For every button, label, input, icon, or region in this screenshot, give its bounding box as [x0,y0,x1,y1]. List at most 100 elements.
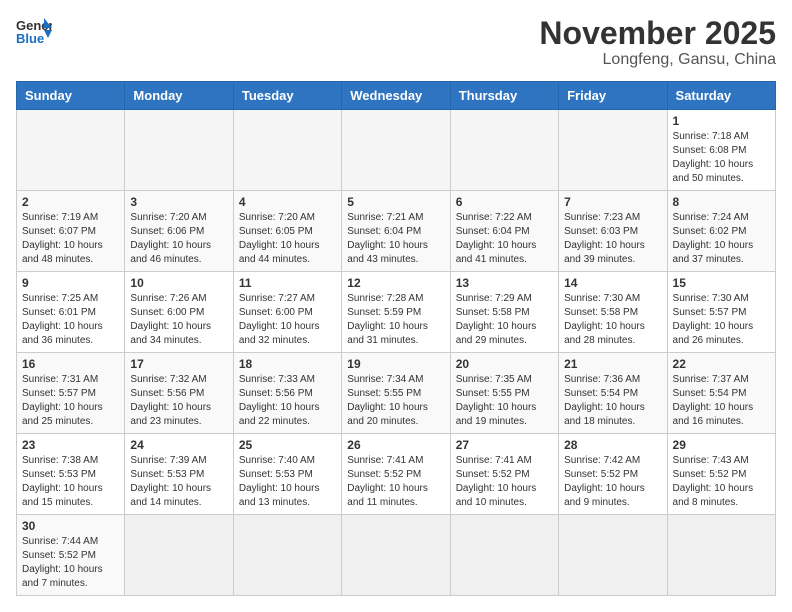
day-info: Sunrise: 7:30 AM Sunset: 5:58 PM Dayligh… [564,292,661,348]
day-number: 29 [673,438,770,452]
calendar-cell [233,515,341,596]
day-number: 20 [456,357,553,371]
location-subtitle: Longfeng, Gansu, China [539,51,776,69]
day-number: 18 [239,357,336,371]
calendar-cell: 29 Sunrise: 7:43 AM Sunset: 5:52 PM Dayli… [667,434,775,515]
calendar-header-row: SundayMondayTuesdayWednesdayThursdayFrid… [17,82,776,110]
day-info: Sunrise: 7:39 AM Sunset: 5:53 PM Dayligh… [130,454,227,510]
calendar-week-row: 2 Sunrise: 7:19 AM Sunset: 6:07 PM Daylig… [17,191,776,272]
day-number: 22 [673,357,770,371]
page-header: General Blue November 2025 Longfeng, Gan… [16,16,776,69]
weekday-header-monday: Monday [125,82,233,110]
weekday-header-tuesday: Tuesday [233,82,341,110]
day-info: Sunrise: 7:35 AM Sunset: 5:55 PM Dayligh… [456,373,553,429]
day-info: Sunrise: 7:24 AM Sunset: 6:02 PM Dayligh… [673,211,770,267]
day-number: 26 [347,438,444,452]
calendar-cell: 2 Sunrise: 7:19 AM Sunset: 6:07 PM Daylig… [17,191,125,272]
calendar-week-row: 16Sunrise: 7:31 AM Sunset: 5:57 PM Dayli… [17,353,776,434]
day-info: Sunrise: 7:32 AM Sunset: 5:56 PM Dayligh… [130,373,227,429]
day-number: 27 [456,438,553,452]
day-info: Sunrise: 7:34 AM Sunset: 5:55 PM Dayligh… [347,373,444,429]
day-info: Sunrise: 7:25 AM Sunset: 6:01 PM Dayligh… [22,292,119,348]
day-info: Sunrise: 7:44 AM Sunset: 5:52 PM Dayligh… [22,535,119,591]
day-number: 15 [673,276,770,290]
calendar-cell: 4Sunrise: 7:20 AM Sunset: 6:05 PM Daylig… [233,191,341,272]
calendar-cell: 25 Sunrise: 7:40 AM Sunset: 5:53 PM Dayli… [233,434,341,515]
day-info: Sunrise: 7:18 AM Sunset: 6:08 PM Dayligh… [673,130,770,186]
calendar-cell: 12 Sunrise: 7:28 AM Sunset: 5:59 PM Dayli… [342,272,450,353]
day-number: 28 [564,438,661,452]
calendar-week-row: 1 Sunrise: 7:18 AM Sunset: 6:08 PM Daylig… [17,110,776,191]
day-info: Sunrise: 7:31 AM Sunset: 5:57 PM Dayligh… [22,373,119,429]
calendar-cell: 17 Sunrise: 7:32 AM Sunset: 5:56 PM Dayli… [125,353,233,434]
logo: General Blue [16,16,52,46]
day-number: 19 [347,357,444,371]
day-info: Sunrise: 7:20 AM Sunset: 6:06 PM Dayligh… [130,211,227,267]
calendar-cell: 3 Sunrise: 7:20 AM Sunset: 6:06 PM Daylig… [125,191,233,272]
calendar-cell [342,110,450,191]
day-number: 9 [22,276,119,290]
day-number: 13 [456,276,553,290]
weekday-header-wednesday: Wednesday [342,82,450,110]
calendar-cell [667,515,775,596]
calendar-cell: 15Sunrise: 7:30 AM Sunset: 5:57 PM Dayli… [667,272,775,353]
calendar-cell [559,110,667,191]
calendar-cell: 9 Sunrise: 7:25 AM Sunset: 6:01 PM Daylig… [17,272,125,353]
day-number: 1 [673,114,770,128]
day-number: 24 [130,438,227,452]
day-info: Sunrise: 7:38 AM Sunset: 5:53 PM Dayligh… [22,454,119,510]
calendar-cell [125,110,233,191]
calendar-cell: 23 Sunrise: 7:38 AM Sunset: 5:53 PM Dayli… [17,434,125,515]
day-number: 25 [239,438,336,452]
calendar-cell [342,515,450,596]
weekday-header-saturday: Saturday [667,82,775,110]
day-number: 17 [130,357,227,371]
calendar-cell [125,515,233,596]
day-info: Sunrise: 7:27 AM Sunset: 6:00 PM Dayligh… [239,292,336,348]
calendar-week-row: 9 Sunrise: 7:25 AM Sunset: 6:01 PM Daylig… [17,272,776,353]
day-number: 3 [130,195,227,209]
day-info: Sunrise: 7:28 AM Sunset: 5:59 PM Dayligh… [347,292,444,348]
calendar-cell: 16Sunrise: 7:31 AM Sunset: 5:57 PM Dayli… [17,353,125,434]
day-number: 4 [239,195,336,209]
weekday-header-sunday: Sunday [17,82,125,110]
day-number: 2 [22,195,119,209]
calendar-cell: 7Sunrise: 7:23 AM Sunset: 6:03 PM Daylig… [559,191,667,272]
day-number: 11 [239,276,336,290]
day-info: Sunrise: 7:43 AM Sunset: 5:52 PM Dayligh… [673,454,770,510]
calendar-cell: 13Sunrise: 7:29 AM Sunset: 5:58 PM Dayli… [450,272,558,353]
calendar-cell [17,110,125,191]
day-number: 10 [130,276,227,290]
calendar-cell: 5 Sunrise: 7:21 AM Sunset: 6:04 PM Daylig… [342,191,450,272]
calendar-cell: 18 Sunrise: 7:33 AM Sunset: 5:56 PM Dayli… [233,353,341,434]
title-block: November 2025 Longfeng, Gansu, China [539,16,776,69]
svg-text:Blue: Blue [16,31,44,46]
calendar-cell: 22 Sunrise: 7:37 AM Sunset: 5:54 PM Dayli… [667,353,775,434]
day-info: Sunrise: 7:37 AM Sunset: 5:54 PM Dayligh… [673,373,770,429]
day-info: Sunrise: 7:26 AM Sunset: 6:00 PM Dayligh… [130,292,227,348]
weekday-header-friday: Friday [559,82,667,110]
day-number: 21 [564,357,661,371]
calendar-cell: 21 Sunrise: 7:36 AM Sunset: 5:54 PM Dayli… [559,353,667,434]
calendar-cell: 6Sunrise: 7:22 AM Sunset: 6:04 PM Daylig… [450,191,558,272]
calendar-cell: 19 Sunrise: 7:34 AM Sunset: 5:55 PM Dayli… [342,353,450,434]
day-number: 23 [22,438,119,452]
logo-icon: General Blue [16,16,52,46]
calendar-cell: 28Sunrise: 7:42 AM Sunset: 5:52 PM Dayli… [559,434,667,515]
day-info: Sunrise: 7:19 AM Sunset: 6:07 PM Dayligh… [22,211,119,267]
day-info: Sunrise: 7:36 AM Sunset: 5:54 PM Dayligh… [564,373,661,429]
day-info: Sunrise: 7:21 AM Sunset: 6:04 PM Dayligh… [347,211,444,267]
calendar-cell: 27 Sunrise: 7:41 AM Sunset: 5:52 PM Dayli… [450,434,558,515]
day-number: 7 [564,195,661,209]
day-info: Sunrise: 7:33 AM Sunset: 5:56 PM Dayligh… [239,373,336,429]
calendar-cell: 26Sunrise: 7:41 AM Sunset: 5:52 PM Dayli… [342,434,450,515]
day-number: 12 [347,276,444,290]
calendar-cell: 11 Sunrise: 7:27 AM Sunset: 6:00 PM Dayli… [233,272,341,353]
day-info: Sunrise: 7:40 AM Sunset: 5:53 PM Dayligh… [239,454,336,510]
calendar-cell [450,515,558,596]
calendar-table: SundayMondayTuesdayWednesdayThursdayFrid… [16,81,776,596]
day-info: Sunrise: 7:41 AM Sunset: 5:52 PM Dayligh… [456,454,553,510]
day-number: 5 [347,195,444,209]
weekday-header-thursday: Thursday [450,82,558,110]
day-number: 6 [456,195,553,209]
